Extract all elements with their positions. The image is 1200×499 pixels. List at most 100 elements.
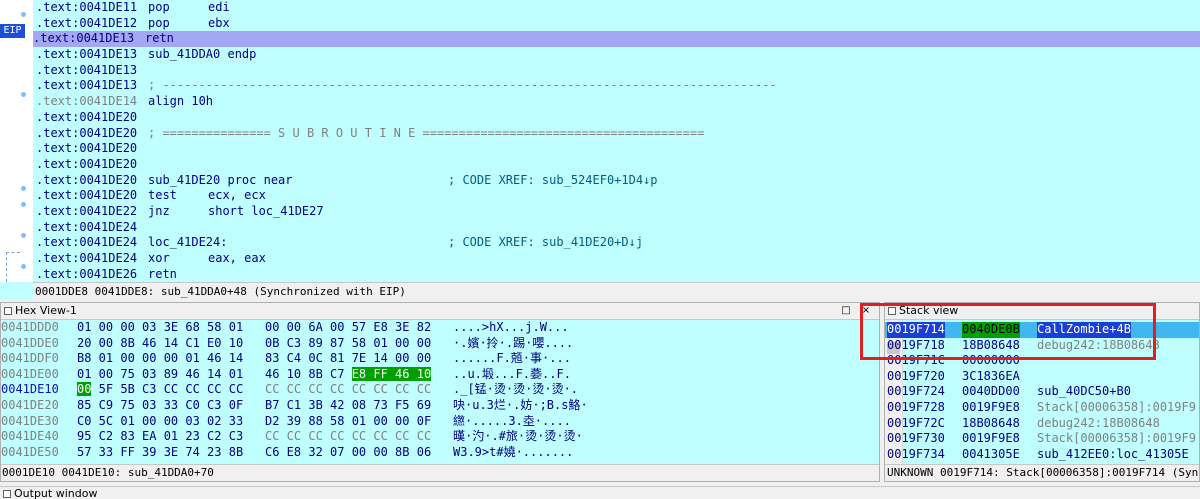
hex-row[interactable]: 0041DDF0 B8 01 00 00 00 01 46 14 83 C4 0C … <box>1 351 879 367</box>
disassembly-view[interactable]: EIP .text:0041DE11 pop edi .text:0041DE12 po… <box>0 0 1200 300</box>
stack-row[interactable]: 0019F720 3C1836EA <box>885 368 1199 385</box>
hex-ascii: 暵·汋·.#旅·烫·烫·烫· <box>453 429 583 444</box>
hex-bytes-left: 00 5F 5B C3 CC CC CC CC <box>77 382 244 397</box>
disasm-line[interactable]: .text:0041DE13 sub_41DDA0 endp <box>36 47 1200 63</box>
selected-bytes[interactable]: E8 FF 46 10 <box>351 366 432 381</box>
hex-ascii: W3.9>t#嬈·....... <box>453 444 574 459</box>
hex-address: 0041DDE0 <box>1 335 59 350</box>
line-mnemonic: test <box>148 188 177 203</box>
stack-description: Stack[00006358]:0019F9 <box>1037 399 1196 414</box>
hex-row[interactable]: 0041DE00 01 00 75 03 89 46 14 01 46 10 8B … <box>1 366 879 383</box>
disasm-line[interactable]: .text:0041DE13 ; ------------------------… <box>36 78 1200 94</box>
output-window-titlebar[interactable]: Output window <box>0 486 1200 499</box>
xref-comment[interactable]: ; CODE XREF: sub_524EF0+1D4↓p <box>448 173 658 189</box>
current-instruction-line[interactable]: .text:0041DE13 retn <box>33 31 1200 48</box>
disasm-line[interactable]: .text:0041DE20 test ecx, ecx <box>36 188 1200 204</box>
line-mnemonic: pop <box>148 0 170 14</box>
stack-row[interactable]: 0019F724 0040DD00 sub_40DC50+B0 <box>885 384 1199 400</box>
disasm-line[interactable]: .text:0041DE20 <box>36 141 1200 157</box>
hex-bytes-right: 0B C3 89 87 58 01 00 00 <box>265 335 432 350</box>
line-address: .text:0041DE20 <box>36 109 138 124</box>
disasm-line[interactable]: .text:0041DE14 align 10h <box>36 94 1200 110</box>
line-mnemonic: pop <box>148 15 170 30</box>
hex-view-titlebar: Hex View-1 □ × <box>1 303 879 320</box>
hex-ascii: ......F.兡·事·... <box>453 351 571 366</box>
hex-bytes-left: 57 33 FF 39 3E 74 23 8B <box>77 444 244 459</box>
breakpoint-dot-icon[interactable] <box>21 202 26 207</box>
hex-address: 0041DE00 <box>1 366 59 381</box>
disasm-line[interactable]: .text:0041DE20 <box>36 110 1200 126</box>
stack-row[interactable]: 0019F734 0041305E sub_412EE0:loc_41305E <box>885 446 1199 463</box>
hex-row[interactable]: 0041DE50 57 33 FF 39 3E 74 23 8B C6 E8 32 … <box>1 445 879 461</box>
restore-button[interactable]: □ <box>839 303 853 319</box>
window-icon <box>3 490 11 498</box>
breakpoint-dot-icon[interactable] <box>21 12 26 17</box>
line-address: .text:0041DE20 <box>36 125 138 140</box>
disasm-line[interactable]: .text:0041DE22 jnz short loc_41DE27 <box>36 204 1200 220</box>
line-mnemonic: align 10h <box>148 94 214 109</box>
line-mnemonic: loc_41DE24: <box>148 235 228 250</box>
disasm-line[interactable]: .text:0041DE20 sub_41DE20 proc near ; CODE… <box>36 173 1200 189</box>
line-address: .text:0041DE11 <box>36 0 138 14</box>
disasm-line[interactable]: .text:0041DE20 ; =============== S U B R … <box>36 126 1200 142</box>
hex-row[interactable]: 0041DE10 00 5F 5B C3 CC CC CC CC CC CC CC … <box>1 382 879 398</box>
hex-view-title: Hex View-1 <box>15 304 77 317</box>
line-address: .text:0041DE13 <box>36 47 138 62</box>
hex-row[interactable]: 0041DE40 95 C2 83 EA 01 23 C2 C3 CC CC CC … <box>1 429 879 445</box>
breakpoint-dot-icon[interactable] <box>21 186 26 191</box>
breakpoint-dot-icon[interactable] <box>21 264 26 269</box>
eip-marker: EIP <box>0 24 25 38</box>
hex-view-panel[interactable]: Hex View-1 □ × 0041DDD0 01 00 00 03 3E 68… <box>0 302 880 482</box>
disasm-gutter: EIP <box>0 0 33 282</box>
hex-status-bar: 0001DE10 0041DE10: sub_41DDA0+70 <box>1 464 879 481</box>
stack-address: 0019F728 <box>887 399 945 414</box>
stack-row[interactable]: 0019F72C 18B08648 debug242:18B08648 <box>885 415 1199 432</box>
hex-bytes-left: 20 00 8B 46 14 C1 E0 10 <box>77 335 244 350</box>
line-address: .text:0041DE20 <box>36 141 138 156</box>
disasm-line[interactable]: .text:0041DE11 pop edi <box>36 0 1200 16</box>
breakpoint-dot-icon[interactable] <box>21 233 26 238</box>
stack-address: 0019F72C <box>887 415 945 430</box>
stack-value: 3C1836EA <box>962 368 1020 383</box>
line-mnemonic: retn <box>148 266 177 281</box>
cursor-byte[interactable]: 00 <box>77 382 92 397</box>
hex-row[interactable]: 0041DDE0 20 00 8B 46 14 C1 E0 10 0B C3 89 … <box>1 336 879 352</box>
hex-bytes-left: 95 C2 83 EA 01 23 C2 C3 <box>77 429 244 444</box>
disasm-line[interactable]: .text:0041DE24 xor eax, eax <box>36 251 1200 267</box>
line-address: .text:0041DE20 <box>36 188 138 203</box>
stack-row[interactable]: 0019F728 0019F9E8 Stack[00006358]:0019F9 <box>885 399 1199 416</box>
disasm-line[interactable]: .text:0041DE24 <box>36 220 1200 236</box>
hex-ascii: 吷·u.3烂·.妨·;B.s鮥· <box>453 397 588 412</box>
hex-bytes-right: CC CC CC CC CC CC CC CC <box>265 382 432 397</box>
hex-bytes-left: 01 00 00 03 3E 68 58 01 <box>77 320 244 334</box>
disasm-line[interactable]: .text:0041DE26 retn <box>36 267 1200 283</box>
line-address: .text:0041DE13 <box>36 78 138 93</box>
stack-value: 0019F9E8 <box>962 431 1020 446</box>
hex-bytes-right: C6 E8 32 07 00 00 8B 06 <box>265 444 432 459</box>
line-address: .text:0041DE22 <box>36 203 138 218</box>
stack-value: 0041305E <box>962 446 1020 461</box>
disasm-line[interactable]: .text:0041DE20 <box>36 157 1200 173</box>
jump-arrow-icon <box>6 252 20 282</box>
stack-row[interactable]: 0019F730 0019F9E8 Stack[00006358]:0019F9 <box>885 431 1199 447</box>
line-address: .text:0041DE13 <box>33 31 135 46</box>
hex-bytes-right: 83 C4 0C 81 7E 14 00 00 <box>265 351 432 366</box>
disasm-line[interactable]: .text:0041DE12 pop ebx <box>36 16 1200 32</box>
line-mnemonic: sub_41DE20 proc near <box>148 172 293 187</box>
breakpoint-dot-icon[interactable] <box>21 92 26 97</box>
disasm-line[interactable]: .text:0041DE13 <box>36 63 1200 79</box>
xref-comment[interactable]: ; CODE XREF: sub_41DE20+D↓j <box>448 235 643 251</box>
hex-rows[interactable]: 0041DDD0 01 00 00 03 3E 68 58 01 00 00 6A … <box>1 320 879 460</box>
window-icon <box>4 307 12 315</box>
line-operand: ebx <box>208 15 230 30</box>
disasm-line[interactable]: .text:0041DE24 loc_41DE24: ; CODE XREF: su… <box>36 235 1200 251</box>
hex-row[interactable]: 0041DDD0 01 00 00 03 3E 68 58 01 00 00 6A … <box>1 320 879 336</box>
hex-ascii: ..u.塅...F.嬊..F. <box>453 366 571 381</box>
hex-row[interactable]: 0041DE20 85 C9 75 03 33 C0 C3 0F B7 C1 3B … <box>1 398 879 414</box>
stack-address: 0019F720 <box>887 368 945 383</box>
disasm-lines[interactable]: .text:0041DE11 pop edi .text:0041DE12 pop ebx… <box>33 0 1200 283</box>
line-address: .text:0041DE24 <box>36 251 138 265</box>
hex-bytes-right: B7 C1 3B 42 08 73 F5 69 <box>265 397 432 412</box>
hex-row[interactable]: 0041DE30 C0 5C 01 00 00 03 02 33 D2 39 88 … <box>1 414 879 430</box>
line-operand: ecx, ecx <box>208 188 266 203</box>
